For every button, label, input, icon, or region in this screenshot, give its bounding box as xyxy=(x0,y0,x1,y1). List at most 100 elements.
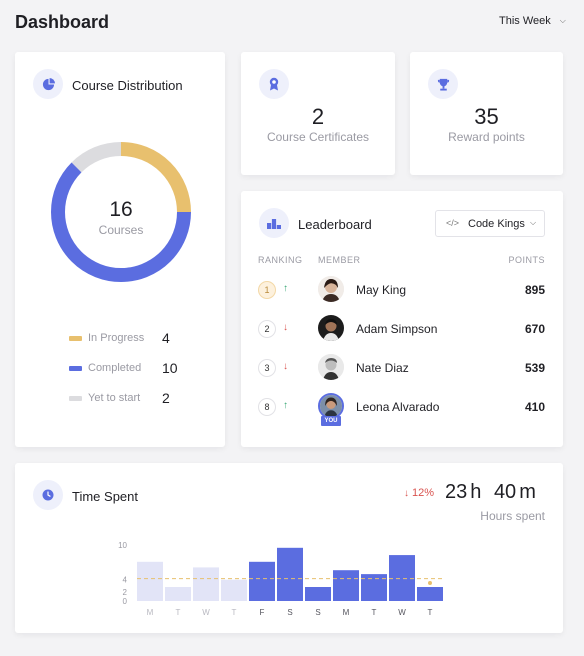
y-tick-label: 0 xyxy=(123,597,128,606)
time-total: 23 h 40 m xyxy=(445,481,536,504)
legend-swatch xyxy=(69,395,82,401)
legend-value: 4 xyxy=(162,330,170,346)
certificates-card: 2 Course Certificates xyxy=(241,52,395,175)
member-name: May King xyxy=(356,283,407,297)
y-tick-label: 10 xyxy=(118,541,127,550)
donut-total-label: Courses xyxy=(98,223,144,237)
legend-in-progress: In Progress 4 xyxy=(69,330,170,346)
bar-4[interactable] xyxy=(249,561,275,601)
avatar xyxy=(318,354,344,380)
member-name: Adam Simpson xyxy=(356,322,438,336)
leaderboard-group-label: Code Kings xyxy=(468,218,525,230)
bar-1[interactable] xyxy=(165,587,191,601)
reward-points-count: 35 xyxy=(474,104,499,129)
time-change: ↓ 12% xyxy=(404,487,434,499)
time-hours-unit: h xyxy=(470,481,482,503)
x-tick-label: T xyxy=(232,608,237,617)
rank-badge: 1 xyxy=(258,281,276,299)
reward-points-card: 35 Reward points xyxy=(410,52,563,175)
time-minutes: 40 xyxy=(493,481,517,503)
certificates-count: 2 xyxy=(311,104,325,129)
code-icon: </> xyxy=(446,218,460,228)
column-header-member: MEMBER xyxy=(318,255,361,265)
legend-label: Yet to start xyxy=(88,392,141,404)
time-spent-card: Time Spent ↓ 12% 23 h 40 m Hours spent 10 4… xyxy=(15,463,563,633)
you-badge: YOU xyxy=(321,416,341,426)
x-tick-label: T xyxy=(372,608,377,617)
pie-chart-icon xyxy=(33,69,63,99)
legend-swatch xyxy=(69,365,82,371)
trend-down-icon: ↓ xyxy=(404,487,409,499)
legend-swatch xyxy=(69,335,82,341)
trend-down-icon: ↓ xyxy=(283,322,288,333)
rank-badge: 8 xyxy=(258,398,276,416)
member-points: 895 xyxy=(524,283,545,297)
leaderboard-title: Leaderboard xyxy=(298,217,372,232)
legend-label: In Progress xyxy=(88,332,145,344)
y-tick-label: 2 xyxy=(123,588,128,597)
legend-value: 10 xyxy=(162,360,178,376)
time-hours: 23 xyxy=(445,481,468,503)
x-tick-label: T xyxy=(176,608,181,617)
leaderboard-row[interactable]: 3 ↓ Nate Diaz 539 xyxy=(241,353,563,383)
x-tick-label: T xyxy=(428,608,433,617)
bar-3[interactable] xyxy=(221,579,247,601)
trophy-icon xyxy=(428,69,458,99)
period-select-label: This Week xyxy=(499,15,551,27)
trend-up-icon: ↑ xyxy=(283,283,288,294)
clock-icon xyxy=(33,480,63,510)
avatar xyxy=(318,276,344,302)
member-points: 410 xyxy=(524,400,545,414)
leaderboard-row[interactable]: 1 ↑ May King 895 xyxy=(241,275,563,305)
x-tick-label: W xyxy=(398,608,406,617)
legend-value: 2 xyxy=(162,390,170,406)
time-change-value: 12% xyxy=(412,487,435,499)
certificates-label: Course Certificates xyxy=(266,130,370,144)
x-tick-label: S xyxy=(315,608,320,617)
podium-icon xyxy=(259,208,289,238)
trend-up-icon: ↑ xyxy=(283,400,288,411)
x-tick-label: S xyxy=(287,608,292,617)
award-ribbon-icon xyxy=(259,69,289,99)
page-title: Dashboard xyxy=(15,12,110,32)
member-name: Leona Alvarado xyxy=(356,400,440,414)
bar-9[interactable] xyxy=(389,555,415,601)
column-header-points: POINTS xyxy=(508,255,545,265)
leaderboard-group-select[interactable]: </> Code Kings ⌵ xyxy=(435,210,545,237)
average-marker-dot xyxy=(428,581,432,585)
member-points: 670 xyxy=(524,322,545,336)
x-tick-label: M xyxy=(343,608,350,617)
legend-label: Completed xyxy=(88,362,142,374)
bar-0[interactable] xyxy=(137,561,163,601)
trend-down-icon: ↓ xyxy=(283,361,288,372)
leaderboard-row-current-user[interactable]: 8 ↑ YOU Leona Alvarado 410 xyxy=(241,392,563,426)
chevron-down-icon: ⌵ xyxy=(559,16,566,25)
course-distribution-card: Course Distribution 16 Courses In Progre… xyxy=(15,52,225,447)
bar-10[interactable] xyxy=(417,587,443,601)
legend-completed: Completed 10 xyxy=(69,360,178,376)
member-points: 539 xyxy=(524,361,545,375)
y-tick-label: 4 xyxy=(123,576,128,585)
avatar xyxy=(318,315,344,341)
x-tick-label: M xyxy=(147,608,154,617)
bar-7[interactable] xyxy=(333,570,359,601)
donut-total: 16 xyxy=(109,198,133,221)
leaderboard-row[interactable]: 2 ↓ Adam Simpson 670 xyxy=(241,314,563,344)
reward-points-label: Reward points xyxy=(448,130,525,144)
rank-badge: 2 xyxy=(258,320,276,338)
column-header-ranking: RANKING xyxy=(258,255,303,265)
course-distribution-title: Course Distribution xyxy=(72,78,183,93)
x-tick-label: W xyxy=(202,608,210,617)
x-tick-label: F xyxy=(260,608,265,617)
bar-5[interactable] xyxy=(277,547,303,601)
time-subtitle: Hours spent xyxy=(480,509,545,523)
bar-2[interactable] xyxy=(193,567,219,601)
chevron-down-icon: ⌵ xyxy=(530,218,537,227)
bar-6[interactable] xyxy=(305,587,331,601)
time-spent-title: Time Spent xyxy=(72,489,138,504)
member-name: Nate Diaz xyxy=(356,361,409,375)
legend-yet-to-start: Yet to start 2 xyxy=(69,390,170,406)
time-spent-bar-chart: 10 4 20 M T W T F S S M T W T xyxy=(118,541,443,617)
time-minutes-unit: m xyxy=(519,481,536,503)
period-select[interactable]: This Week ⌵ xyxy=(499,15,566,27)
